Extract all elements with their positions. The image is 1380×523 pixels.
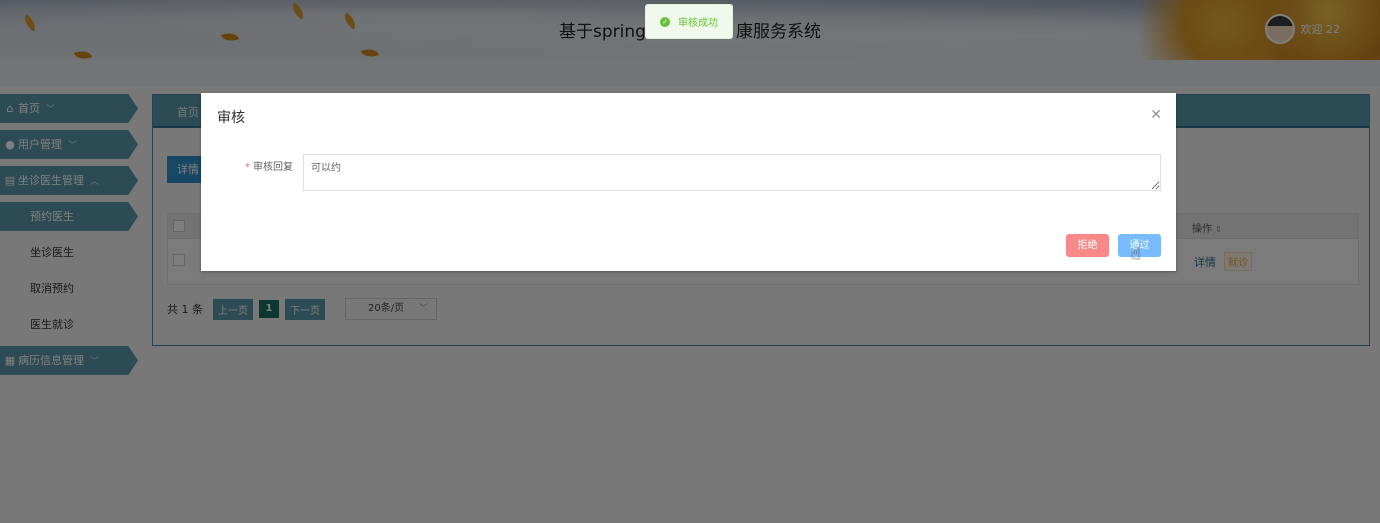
reject-button[interactable]: 拒绝 [1066, 234, 1109, 257]
close-icon[interactable]: ✕ [1150, 107, 1162, 123]
review-reply-label-text: 审核回复 [253, 162, 293, 173]
review-reply-label: * 审核回复 [245, 158, 293, 173]
dialog-title: 审核 [217, 110, 245, 126]
toast-message: 审核成功 [678, 18, 718, 29]
required-marker: * [245, 162, 250, 173]
hand-cursor-icon: ☝ [1131, 244, 1141, 263]
check-circle-icon: ✓ [660, 16, 670, 27]
review-reply-textarea[interactable] [303, 154, 1161, 191]
review-dialog: 审核 ✕ *审核回复 拒绝 通过 [201, 93, 1176, 271]
success-toast: ✓ 审核成功 [645, 4, 733, 39]
